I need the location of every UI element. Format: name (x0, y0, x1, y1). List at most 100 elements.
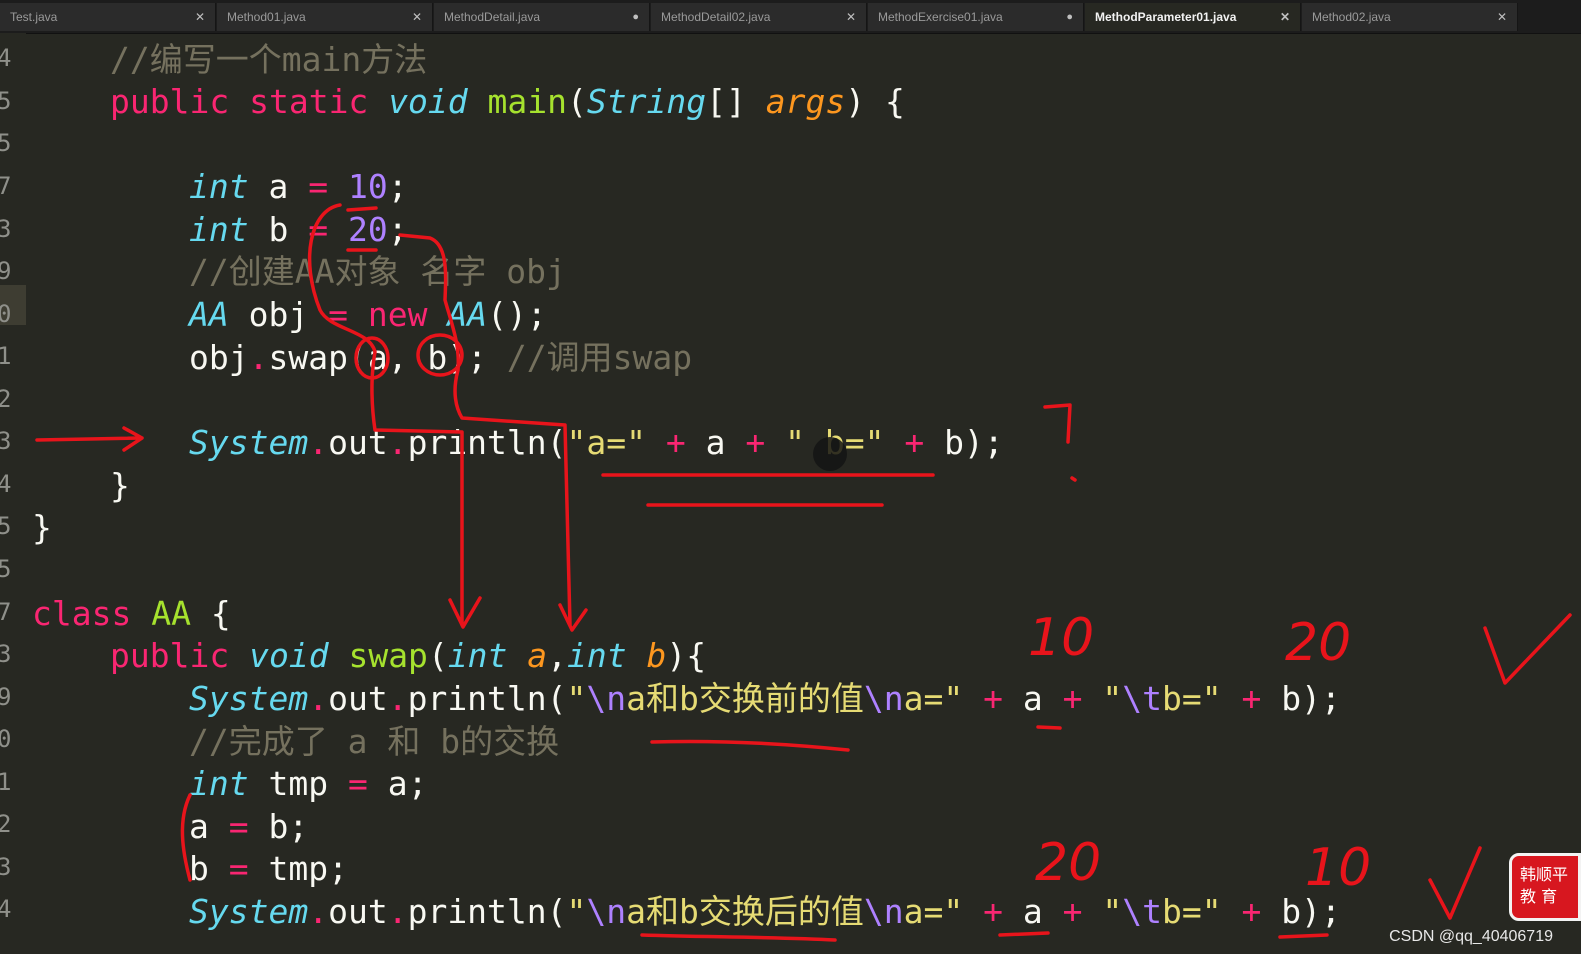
code-token: \t (1122, 679, 1162, 718)
code-token: a (248, 167, 309, 206)
code-token: void (249, 636, 329, 675)
code-token: \t (1122, 892, 1162, 931)
code-line-comment-main: //编写一个main方法 (110, 40, 427, 80)
code-token: a; (367, 764, 428, 803)
tab-methodexercise01-java[interactable]: MethodExercise01.java ● (868, 3, 1084, 31)
code-token: . (387, 423, 408, 462)
code-token: \n (863, 679, 904, 718)
tab-label: MethodDetail02.java (661, 10, 771, 24)
code-token: static (249, 82, 369, 121)
close-icon[interactable]: ✕ (1497, 10, 1507, 24)
code-token: out (328, 423, 388, 462)
tab-label: MethodDetail.java (444, 10, 541, 24)
code-token: + (963, 679, 1023, 718)
tab-methoddetail-java[interactable]: MethodDetail.java ● (434, 3, 650, 31)
code-token: 10 (347, 167, 388, 206)
code-token: b (646, 636, 667, 675)
code-token: class (32, 594, 132, 633)
code-token: println( (407, 892, 567, 931)
code-token: = (328, 295, 348, 334)
code-token: . (387, 679, 408, 718)
code-token: AA (151, 594, 191, 633)
code-token: ( (567, 82, 587, 121)
logo-badge: 韩顺平 教 育 (1509, 853, 1581, 921)
code-token: b; (248, 807, 309, 846)
code-token: . (308, 679, 329, 718)
code-line-a-eq-b: a = b; (189, 807, 308, 847)
code-token: ; (387, 210, 408, 249)
code-line-b-eq-tmp: b = tmp; (189, 849, 348, 889)
unsaved-dot-icon[interactable]: ● (632, 11, 639, 23)
code-token: . (387, 892, 408, 931)
code-token: \n (586, 892, 627, 931)
close-icon[interactable]: ✕ (195, 10, 205, 24)
code-token: b); (1281, 679, 1341, 718)
code-token: + (1221, 892, 1282, 931)
code-line-swap-signature: public void swap(int a,int b){ (110, 636, 706, 676)
code-token: = (228, 807, 249, 846)
code-line-int-a: int a = 10; (189, 167, 408, 207)
code-line-int-tmp: int tmp = a; (189, 764, 427, 804)
code-token: int (189, 167, 249, 206)
code-token: void (388, 82, 468, 121)
tab-method01-java[interactable]: Method01.java ✕ (217, 3, 433, 31)
code-token: . (308, 423, 329, 462)
code-token: int (189, 764, 249, 803)
close-icon[interactable]: ✕ (846, 10, 856, 24)
tab-test-java[interactable]: Test.java ✕ (0, 3, 216, 31)
code-token: public (110, 636, 230, 675)
code-line-comment-create: //创建AA对象 名字 obj (189, 252, 566, 292)
editor-window: Test.java ✕ Method01.java ✕ MethodDetail… (0, 0, 1581, 954)
code-token: a和b交换前的值 (626, 679, 864, 718)
code-token: + (884, 423, 945, 462)
tab-bar: Test.java ✕ Method01.java ✕ MethodDetail… (0, 0, 1581, 34)
code-token: System (189, 423, 309, 462)
code-token: ; (387, 167, 408, 206)
code-token: AA (447, 295, 488, 334)
code-token: b); (944, 423, 1004, 462)
code-token: [] (706, 82, 766, 121)
code-token: System (189, 892, 309, 931)
close-icon[interactable]: ✕ (412, 10, 422, 24)
code-token: println( (407, 423, 567, 462)
code-token: " (1102, 892, 1123, 931)
tab-label: MethodExercise01.java (878, 10, 1003, 24)
code-token: 20 (347, 210, 388, 249)
code-token: = (308, 210, 329, 249)
code-token: + (1042, 892, 1103, 931)
close-icon[interactable]: ✕ (1280, 10, 1290, 24)
code-token: int (189, 210, 249, 249)
code-token: ) { (845, 82, 905, 121)
code-line-print-main: System.out.println("a=" + a + " b=" + b)… (189, 423, 1004, 463)
code-token: = (308, 167, 329, 206)
code-token: public (110, 82, 230, 121)
tab-label: Method01.java (227, 10, 306, 24)
code-token: a (1022, 679, 1043, 718)
code-token: = (347, 764, 368, 803)
code-line-close-main: } (110, 466, 130, 506)
code-line-close-class: } (32, 508, 52, 548)
unsaved-dot-icon[interactable]: ● (1066, 11, 1073, 23)
code-token: a (189, 807, 229, 846)
code-token: new (367, 295, 428, 334)
code-editor[interactable]: //编写一个main方法 public static void main(Str… (0, 33, 1581, 954)
code-token: + (646, 423, 706, 462)
code-token: b=" (1161, 679, 1222, 718)
tab-methodparameter01-java[interactable]: MethodParameter01.java ✕ (1085, 3, 1301, 31)
code-token: \n (586, 679, 627, 718)
tab-method02-java[interactable]: Method02.java ✕ (1302, 3, 1518, 31)
mouse-cursor-icon (813, 437, 847, 471)
code-token: int (567, 636, 627, 675)
code-token: swap (348, 636, 428, 675)
code-line-swap-call: obj.swap(a, b); //调用swap (189, 338, 692, 378)
tab-methoddetail02-java[interactable]: MethodDetail02.java ✕ (651, 3, 867, 31)
code-token: + (963, 892, 1023, 931)
code-token: (); (487, 295, 547, 334)
code-token: . (308, 892, 329, 931)
